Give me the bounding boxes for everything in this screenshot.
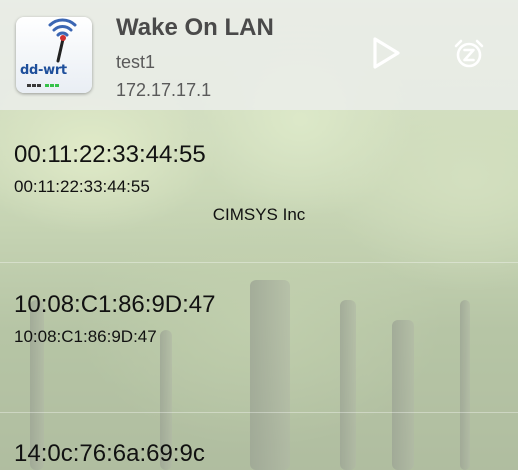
wake-all-button[interactable] [370, 36, 402, 70]
schedule-button[interactable] [453, 38, 485, 70]
play-icon [373, 37, 400, 69]
list-item[interactable]: 10:08:C1:86:9D:47 10:08:C1:86:9D:47 [0, 291, 518, 401]
list-item[interactable]: 00:11:22:33:44:55 00:11:22:33:44:55 CIMS… [0, 141, 518, 251]
alarm-snooze-icon [454, 39, 484, 68]
device-mac: 10:08:C1:86:9D:47 [14, 327, 157, 346]
wireless-signal-icon [48, 18, 77, 63]
list-item[interactable]: 14:0c:76:6a:69:9c [0, 440, 518, 470]
app-icon-text: dd-wrt [20, 63, 67, 78]
device-name: 14:0c:76:6a:69:9c [14, 440, 205, 467]
dd-wrt-logo-icon: dd-wrt [16, 17, 92, 93]
list-divider [0, 412, 518, 413]
router-leds [27, 80, 60, 89]
device-name: 10:08:C1:86:9D:47 [14, 291, 216, 318]
app-title: Wake On LAN [116, 14, 274, 41]
list-divider [0, 262, 518, 263]
device-mac: 00:11:22:33:44:55 [14, 177, 150, 196]
router-name: test1 [116, 52, 156, 72]
router-ip: 172.17.17.1 [116, 80, 212, 100]
device-vendor: CIMSYS Inc [212, 205, 306, 224]
device-name: 00:11:22:33:44:55 [14, 141, 206, 168]
